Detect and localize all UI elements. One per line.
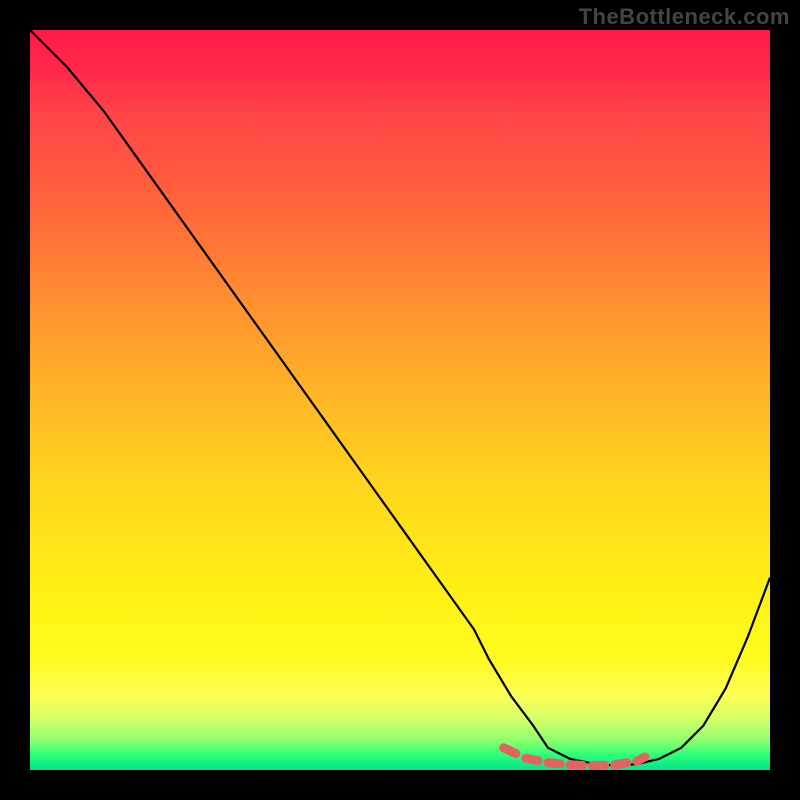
optimal-marker-dash xyxy=(548,763,560,764)
optimal-marker-dash xyxy=(637,757,645,761)
bottleneck-curve xyxy=(30,30,770,766)
optimal-marker-dash xyxy=(526,758,538,760)
chart-plot-area xyxy=(30,30,770,770)
chart-svg xyxy=(30,30,770,770)
optimal-marker-dash xyxy=(504,748,516,754)
optimal-region-markers xyxy=(504,748,645,766)
optimal-marker-dash xyxy=(615,763,627,765)
watermark-text: TheBottleneck.com xyxy=(579,4,790,30)
